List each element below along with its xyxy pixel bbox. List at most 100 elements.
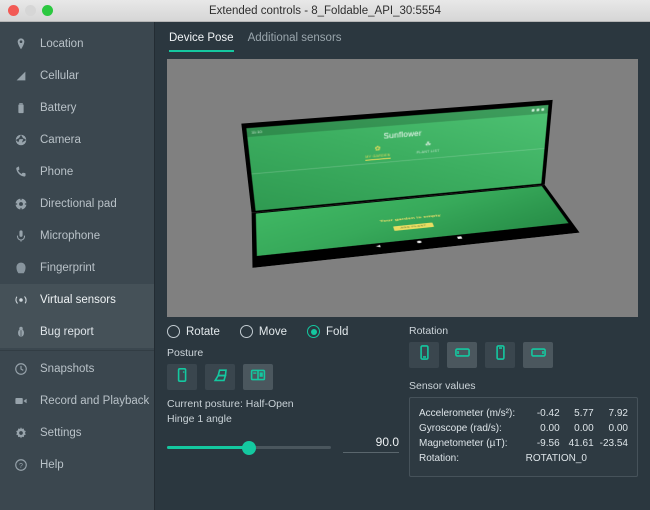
controls-area: Rotate Move Fold Posture Current posture… [167,325,638,502]
table-row: Accelerometer (m/s²): -0.42 5.77 7.92 [419,406,628,421]
main-pane: Device Pose Additional sensors 11:10 Sun… [155,22,650,510]
cellular-signal-icon [14,69,28,83]
posture-button-group [167,364,399,390]
sidebar-item-label: Cellular [40,70,79,82]
sidebar-item-fingerprint[interactable]: Fingerprint [0,252,154,284]
phone-handset-icon [14,165,28,179]
app-tab-plant-list[interactable]: ☘ PLANT LIST [416,141,439,157]
sidebar-item-label: Record and Playback [40,395,150,407]
sensor-z: -23.54 [599,438,628,449]
slider-knob[interactable] [242,440,256,455]
render-stage: 11:10 Sunflower ✿ MY GARDEN ☘ PLANT LIST… [167,59,638,317]
battery-icon [14,101,28,115]
sidebar-item-cellular[interactable]: Cellular [0,60,154,92]
window-title: Extended controls - 8_Foldable_API_30:55… [208,4,442,17]
sidebar-item-label: Directional pad [40,198,117,210]
sensor-values-section-label: Sensor values [409,380,476,392]
add-plant-button[interactable]: ADD PLANT [392,222,435,232]
bug-icon [14,325,28,339]
app-tab-my-garden[interactable]: ✿ MY GARDEN [364,144,390,161]
radio-rotate[interactable]: Rotate [167,325,220,338]
zoom-window-button[interactable] [42,5,53,16]
current-posture-label: Current posture: Half-Open [167,398,294,410]
rotation-section-label: Rotation [409,325,449,337]
extended-controls-window: Extended controls - 8_Foldable_API_30:55… [0,0,650,510]
sidebar-item-label: Battery [40,102,77,114]
posture-flipped-button[interactable] [205,364,235,390]
sensor-values-table: Accelerometer (m/s²): -0.42 5.77 7.92 Gy… [419,406,628,466]
wifi-icon [531,108,535,112]
camera-aperture-icon [14,133,28,147]
sidebar-item-label: Fingerprint [40,262,95,274]
rotation-portrait-reverse-button[interactable] [485,342,515,368]
radio-label: Fold [326,325,349,338]
sidebar-item-label: Bug report [40,326,94,338]
nav-recents-icon[interactable] [456,235,462,239]
rotation-landscape-reverse-button[interactable] [523,342,553,368]
sidebar-item-virtual-sensors[interactable]: Virtual sensors [0,284,154,316]
app-tab-label: PLANT LIST [415,148,440,155]
rotation-landscape-reverse-icon [530,344,547,366]
foldable-device-model: 11:10 Sunflower ✿ MY GARDEN ☘ PLANT LIST… [240,99,580,268]
rotation-portrait-reverse-icon [492,344,509,366]
sidebar-item-directional-pad[interactable]: Directional pad [0,188,154,220]
sidebar-item-label: Settings [40,427,82,439]
rotation-button-group [409,342,638,368]
sidebar-item-help[interactable]: ? Help [0,449,154,481]
sidebar-item-settings[interactable]: Settings [0,417,154,449]
question-circle-icon: ? [14,458,28,472]
hinge-angle-slider[interactable] [167,440,331,455]
tab-additional-sensors[interactable]: Additional sensors [248,32,342,52]
sidebar-item-location[interactable]: Location [0,28,154,60]
radio-move[interactable]: Move [239,325,288,338]
sidebar-item-label: Location [40,38,84,50]
status-indicators [531,108,544,112]
radio-indicator [307,325,321,338]
sensor-x: 0.00 [540,423,560,434]
tab-bar: Device Pose Additional sensors [167,22,638,52]
sensor-column: Rotation Sensor values Accelerometer (m/… [409,325,638,502]
video-camera-icon [14,394,28,408]
sensor-y: 41.61 [568,438,594,449]
device-3d-viewport[interactable]: 11:10 Sunflower ✿ MY GARDEN ☘ PLANT LIST… [167,59,638,317]
hinge-angle-control: 90.0 [167,435,399,455]
posture-section-label: Posture [167,347,204,359]
close-window-button[interactable] [8,5,19,16]
sidebar-item-bug-report[interactable]: Bug report [0,316,154,348]
sidebar-item-battery[interactable]: Battery [0,92,154,124]
pose-mode-radio-group: Rotate Move Fold [167,325,399,338]
posture-flipped-icon [212,367,228,388]
radio-indicator [239,325,253,338]
rotation-landscape-icon [454,344,471,366]
sidebar-item-label: Phone [40,166,74,178]
title-bar: Extended controls - 8_Foldable_API_30:55… [0,0,650,22]
rotation-portrait-button[interactable] [409,342,439,368]
sidebar-item-label: Snapshots [40,363,95,375]
radio-label: Rotate [186,325,220,338]
nav-home-icon[interactable] [416,240,422,244]
tab-device-pose[interactable]: Device Pose [169,32,234,52]
pose-controls-column: Rotate Move Fold Posture Current posture… [167,325,399,502]
sidebar-item-snapshots[interactable]: Snapshots [0,353,154,385]
posture-open-book-button[interactable] [243,364,273,390]
sidebar-item-phone[interactable]: Phone [0,156,154,188]
sensor-values-panel: Accelerometer (m/s²): -0.42 5.77 7.92 Gy… [409,397,638,477]
sensor-y: 5.77 [574,408,594,419]
virtual-sensors-icon [14,293,28,307]
sensor-name: Gyroscope (rad/s): [419,423,502,434]
rotation-landscape-button[interactable] [447,342,477,368]
sidebar-item-camera[interactable]: Camera [0,124,154,156]
posture-closed-button[interactable] [167,364,197,390]
sidebar-item-record-and-playback[interactable]: Record and Playback [0,385,154,417]
hinge-angle-label: Hinge 1 angle [167,413,232,425]
hinge-angle-value[interactable]: 90.0 [343,435,399,453]
sidebar-item-microphone[interactable]: Microphone [0,220,154,252]
sensor-z: 0.00 [608,423,628,434]
sensor-name: Accelerometer (m/s²): [419,408,516,419]
radio-fold[interactable]: Fold [307,325,348,338]
sensor-z: 7.92 [608,408,628,419]
nav-back-icon[interactable] [375,244,381,248]
minimize-window-button[interactable] [25,5,36,16]
radio-label: Move [258,325,288,338]
battery-status-icon [540,108,544,112]
